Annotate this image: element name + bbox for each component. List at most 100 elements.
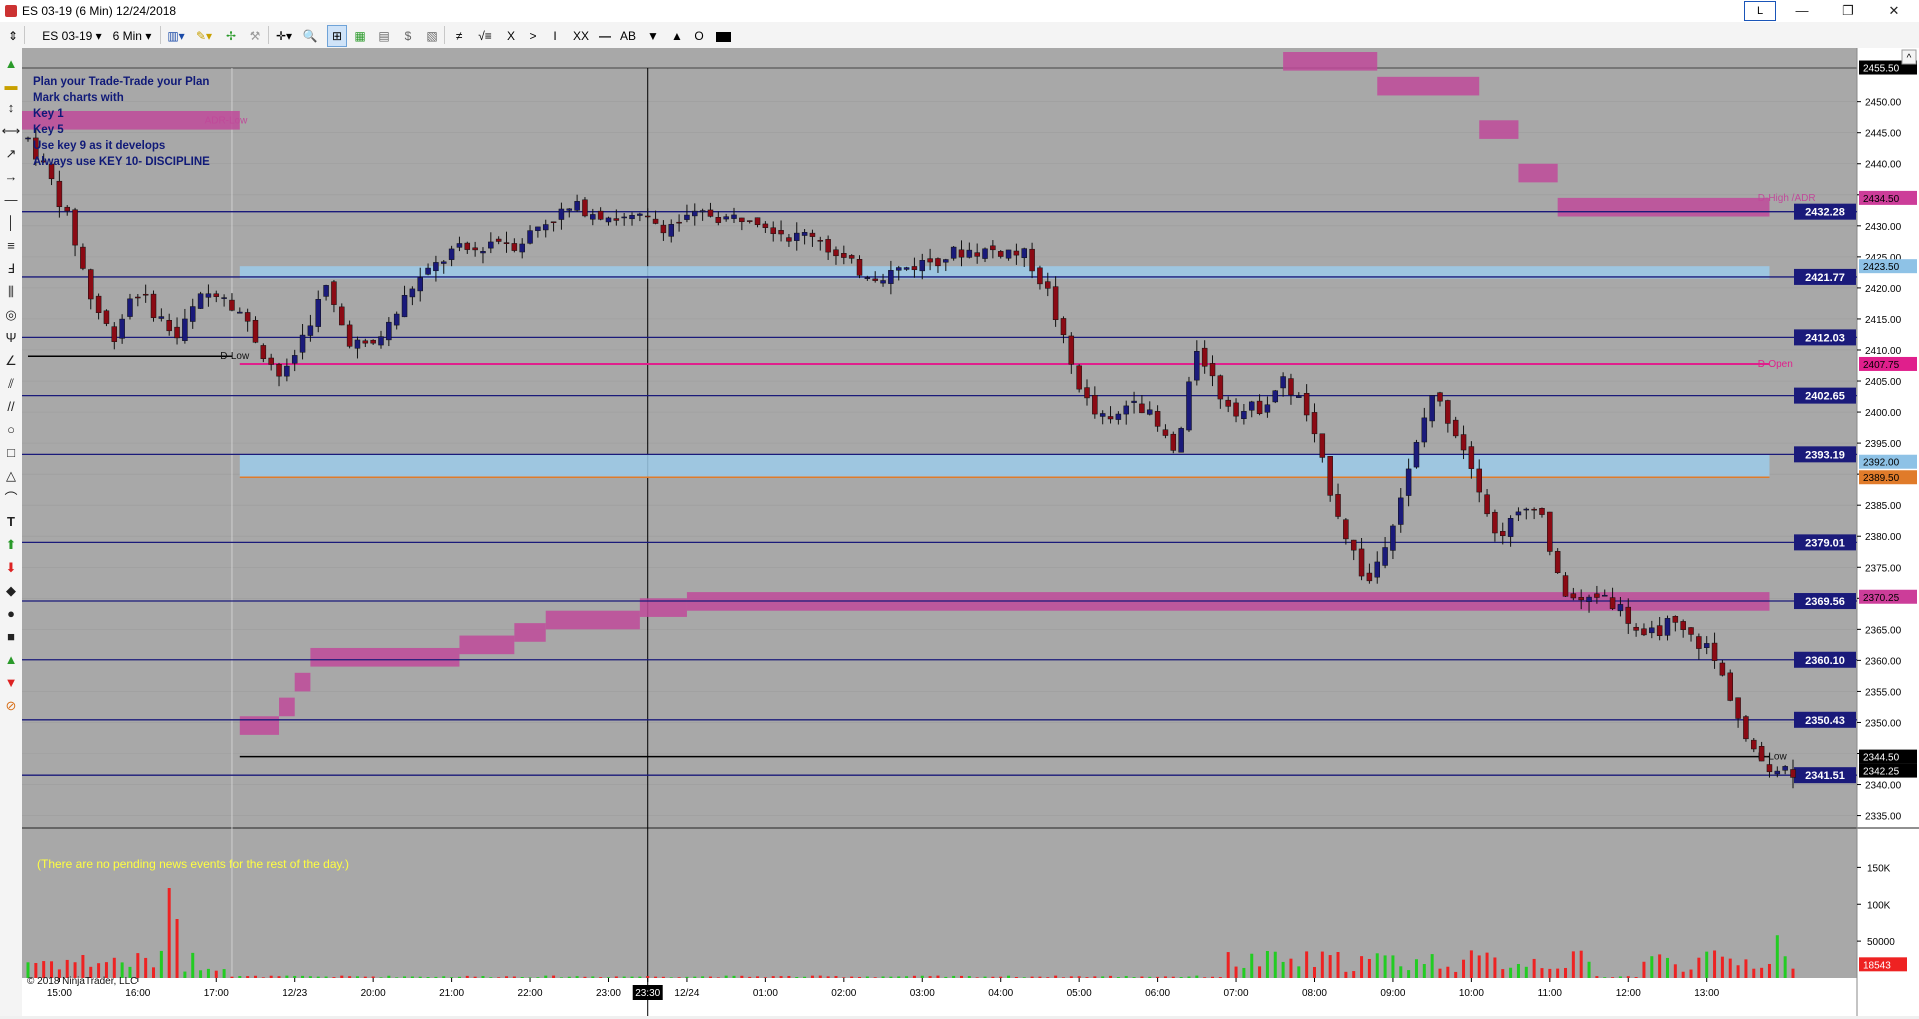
tools-icon[interactable]: ⚒ (244, 25, 266, 47)
candle (1531, 508, 1537, 511)
extended-line-icon[interactable]: → (1, 167, 21, 187)
tool-i[interactable]: I (547, 25, 563, 47)
candle (135, 296, 141, 299)
candle (1429, 395, 1435, 422)
volume-bar (677, 977, 681, 978)
tool-sqrt[interactable]: √≡ (473, 25, 497, 47)
volume-bar (1281, 961, 1285, 978)
note-icon[interactable]: ▬ (1, 76, 21, 96)
arc-icon[interactable]: ⌒ (1, 489, 21, 509)
triangle-icon[interactable]: △ (1, 466, 21, 486)
tool-black-rect[interactable] (713, 25, 733, 47)
close-button[interactable]: ✕ (1871, 0, 1917, 22)
range-band (239, 454, 1770, 478)
share-icon[interactable]: $ (398, 25, 418, 47)
tool-not-equal[interactable]: ≠ (451, 25, 467, 47)
remove-drawings-icon[interactable]: ⊘ (1, 696, 21, 716)
candle (237, 311, 243, 314)
candle (1296, 395, 1302, 398)
strategy-icon[interactable]: ✢ (220, 25, 242, 47)
parallel-icon[interactable]: // (1, 397, 21, 417)
gann-icon[interactable]: ◎ (1, 305, 21, 325)
tool-o[interactable]: O (691, 25, 707, 47)
volume-bar (1109, 975, 1113, 978)
properties-icon[interactable]: ▤ (374, 25, 394, 47)
bars-icon[interactable]: ⫼ (1, 282, 21, 302)
candle (95, 295, 102, 313)
adr-high-band (1283, 52, 1378, 71)
volume-bar (834, 976, 838, 978)
interval-selector[interactable]: 6 Min ▾ (106, 25, 158, 47)
time-label: 09:00 (1380, 988, 1405, 999)
candle (786, 237, 792, 242)
candle (668, 224, 674, 237)
text-icon[interactable]: T (1, 512, 21, 532)
volume-bar (434, 976, 438, 978)
triangle-down-icon[interactable]: ▼ (1, 673, 21, 693)
candle (464, 242, 471, 250)
square-icon[interactable]: ■ (1, 627, 21, 647)
dot-icon[interactable]: ● (1, 604, 21, 624)
ray-icon[interactable]: ↗ (1, 144, 21, 164)
vertical-line-icon[interactable]: │ (1, 213, 21, 233)
tool-arrow-down[interactable]: ▼ (645, 25, 661, 47)
candle (417, 277, 423, 292)
tool-x[interactable]: X (503, 25, 519, 47)
candle (346, 324, 353, 347)
rectangle-icon[interactable]: □ (1, 443, 21, 463)
volume-bar (293, 975, 297, 978)
volume-bar (803, 976, 807, 978)
volume-bar (261, 977, 265, 978)
data-box-icon[interactable]: ▦ (350, 25, 370, 47)
horizontal-line-icon[interactable]: — (1, 190, 21, 210)
candle (1005, 249, 1012, 259)
candle (817, 240, 824, 242)
scroll-up-icon[interactable]: ▲ (1, 54, 21, 74)
arrow-down-icon[interactable]: ⬇ (1, 558, 21, 578)
circle-icon[interactable]: ○ (1, 420, 21, 440)
volume-bar (450, 977, 454, 978)
candle (699, 210, 706, 213)
candle (864, 277, 871, 279)
bar-type-icon[interactable]: ▥▾ (164, 25, 188, 47)
candle (1766, 764, 1773, 773)
volume-bar (1532, 958, 1536, 978)
zoom-icon[interactable]: 🔍 (300, 25, 320, 47)
time-label: 12/23 (282, 988, 307, 999)
triangle-up-icon[interactable]: ▲ (1, 650, 21, 670)
crosshair-icon[interactable]: ✛▾ (272, 25, 296, 47)
candle (1201, 347, 1208, 367)
time-label: 12:00 (1616, 988, 1641, 999)
tool-dash[interactable]: — (597, 25, 613, 47)
volume-bar (1760, 967, 1764, 978)
instrument-selector[interactable]: ES 03-19 ▾ (40, 25, 104, 47)
tool-arrow-up[interactable]: ▲ (669, 25, 685, 47)
pointer-icon[interactable]: ↕ (1, 98, 21, 118)
candle (1068, 335, 1075, 365)
diamond-icon[interactable]: ◆ (1, 581, 21, 601)
angle-icon[interactable]: ∠ (1, 351, 21, 371)
channel-icon[interactable]: ≡ (1, 236, 21, 256)
tool-xx[interactable]: XX (569, 25, 593, 47)
pencil-icon[interactable]: ✎▾ (192, 25, 216, 47)
volume-bar (363, 976, 367, 978)
fibonacci-icon[interactable]: Ⅎ (1, 259, 21, 279)
minimize-button[interactable]: — (1779, 0, 1825, 22)
link-button[interactable]: L (1744, 1, 1776, 21)
volume-bar (858, 976, 862, 978)
volume-bar (1564, 967, 1568, 978)
tool-greater[interactable]: > (525, 25, 541, 47)
chart-trader-icon[interactable]: ⊞ (327, 25, 347, 47)
pitchfork-icon[interactable]: Ψ (1, 328, 21, 348)
grid-icon[interactable]: ▧ (422, 25, 442, 47)
volume-bar (1140, 976, 1144, 978)
arrow-up-icon[interactable]: ⬆ (1, 535, 21, 555)
maximize-button[interactable]: ❐ (1825, 0, 1871, 22)
volume-bar (756, 976, 760, 978)
arrows-icon[interactable]: ⇕ (4, 25, 22, 47)
arrow-line-icon[interactable]: ⟷ (1, 121, 21, 141)
volume-bar (912, 975, 916, 978)
tool-ab[interactable]: AB (617, 25, 639, 47)
region-icon[interactable]: ⫽ (1, 374, 21, 394)
candle (448, 248, 455, 260)
